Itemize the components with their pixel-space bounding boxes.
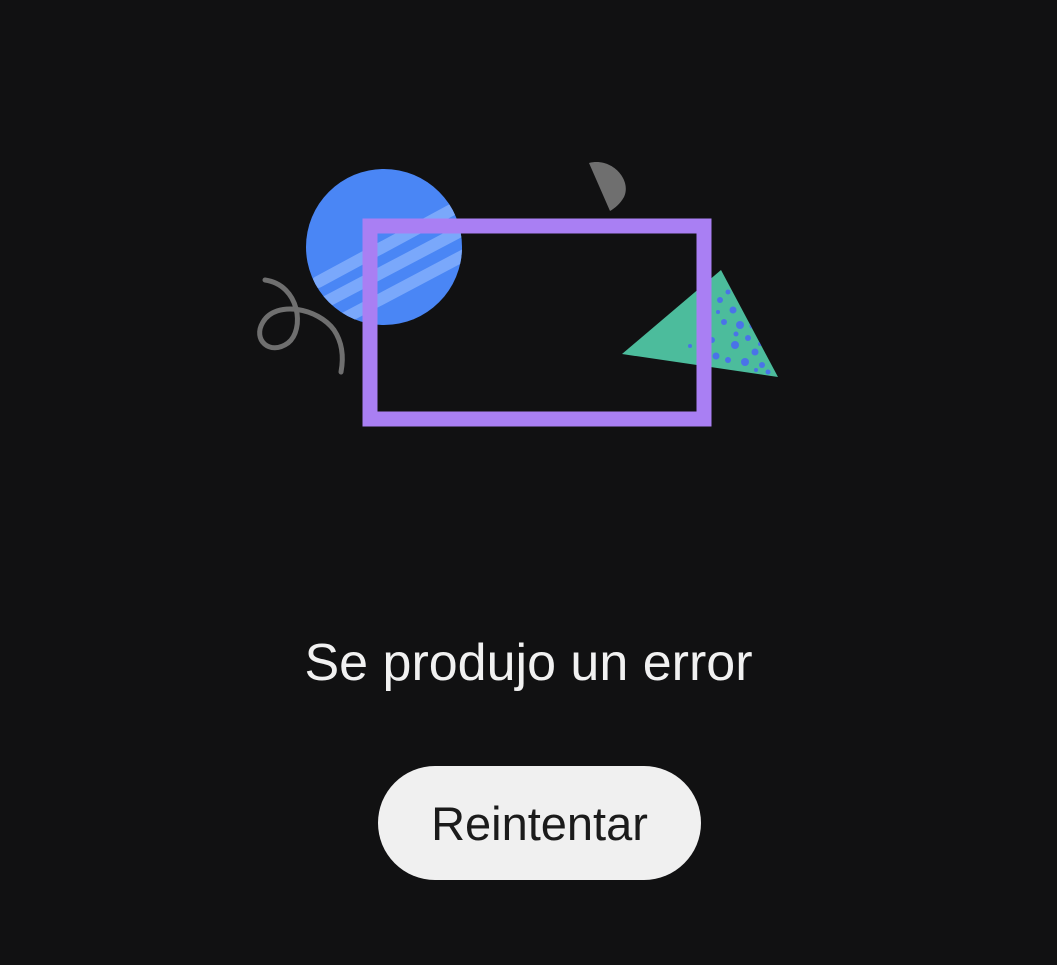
retry-button[interactable]: Reintentar [378,766,701,880]
error-illustration [257,162,778,427]
error-screen: Se produjo un error Reintentar [0,0,1057,965]
error-title: Se produjo un error [304,634,753,692]
blue-circle-icon [306,169,462,325]
half-moon-icon [589,162,626,211]
